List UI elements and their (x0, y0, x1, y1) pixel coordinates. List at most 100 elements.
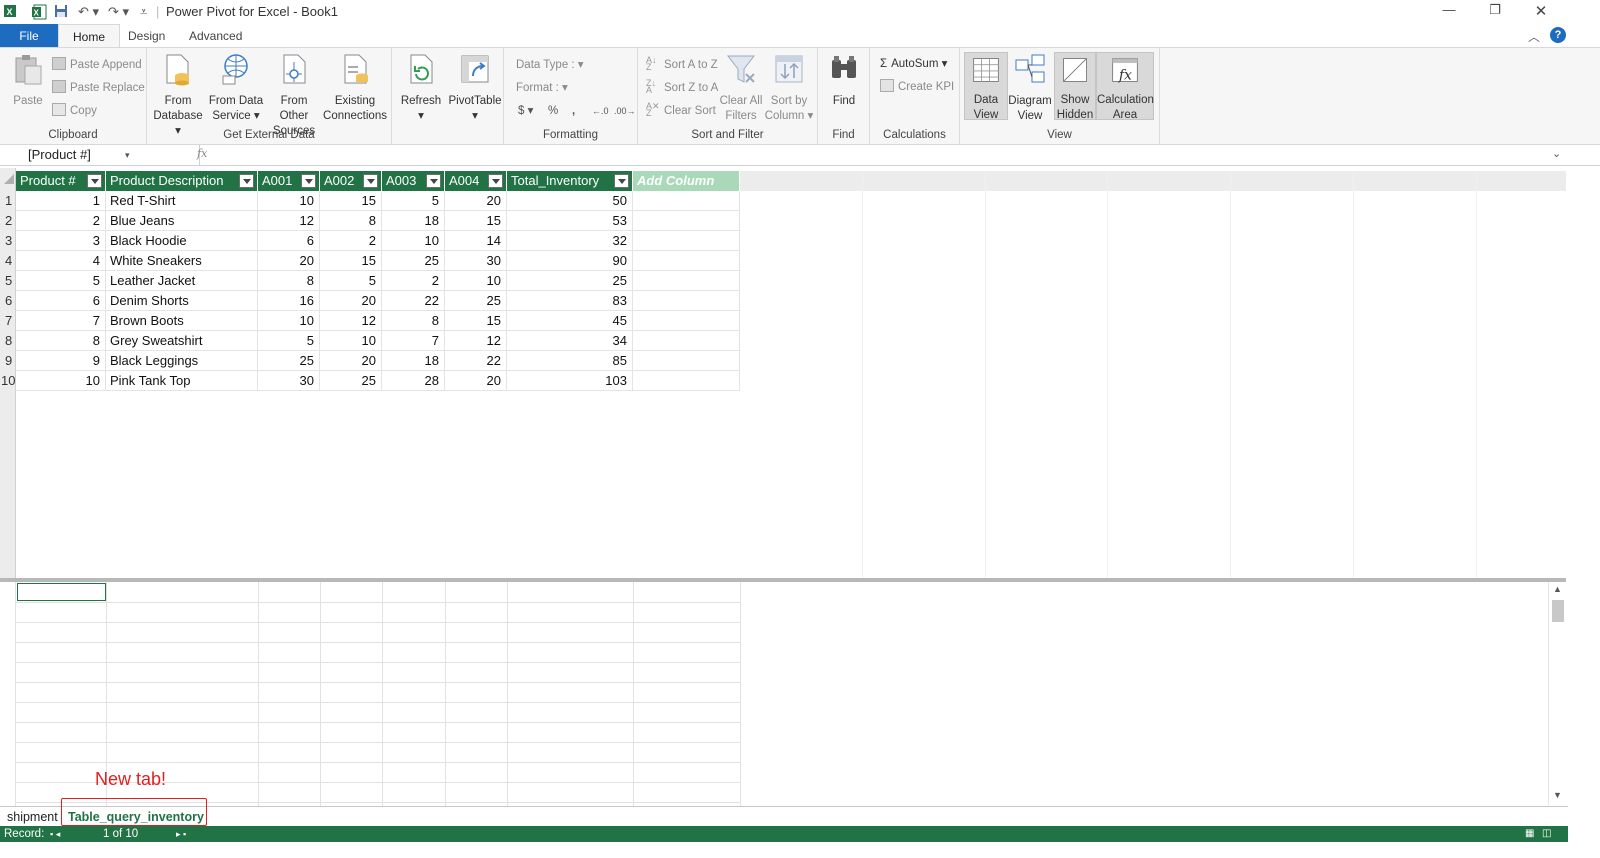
column-header-a001[interactable]: A001 (258, 171, 320, 191)
column-header-total-inventory[interactable]: Total_Inventory (507, 171, 633, 191)
cell-a002[interactable]: 5 (320, 271, 382, 291)
cell-a002[interactable]: 8 (320, 211, 382, 231)
cell-add-column[interactable] (633, 311, 740, 331)
tab-home[interactable]: Home (58, 24, 121, 48)
undo-icon[interactable]: ↶ ▾ (78, 4, 99, 20)
name-box-dropdown-icon[interactable]: ▾ (125, 145, 130, 165)
cell-a002[interactable]: 15 (320, 191, 382, 211)
sort-z-to-a-button[interactable]: Z↓ A Sort Z to A (646, 79, 718, 97)
clear-all-filters-button[interactable]: Clear All Filters (718, 52, 764, 124)
cell-a003[interactable]: 7 (382, 331, 445, 351)
cell-a001[interactable]: 16 (258, 291, 320, 311)
copy-button[interactable]: Copy (52, 102, 97, 120)
customize-toolbar-icon[interactable]: ⩡ (140, 4, 147, 20)
cell-product-number[interactable]: 2 (16, 211, 106, 231)
cell-a004[interactable]: 25 (445, 291, 507, 311)
minimize-button[interactable]: — (1426, 2, 1472, 22)
cell-a004[interactable]: 22 (445, 351, 507, 371)
data-view-button[interactable]: Data View (964, 52, 1008, 121)
cell-add-column[interactable] (633, 291, 740, 311)
cell-product-description[interactable]: White Sneakers (106, 251, 258, 271)
collapse-ribbon-icon[interactable]: ︿ (1528, 28, 1540, 45)
cell-product-number[interactable]: 3 (16, 231, 106, 251)
scrollbar-thumb[interactable] (1552, 600, 1564, 622)
cell-total-inventory[interactable]: 85 (507, 351, 633, 371)
cell-a003[interactable]: 28 (382, 371, 445, 391)
excel-icon[interactable]: X (32, 4, 48, 23)
paste-replace-button[interactable]: Paste Replace (52, 79, 145, 97)
cell-a004[interactable]: 20 (445, 191, 507, 211)
help-icon[interactable]: ? (1550, 27, 1566, 43)
cell-add-column[interactable] (633, 231, 740, 251)
percent-format-button[interactable]: % (548, 102, 558, 120)
select-all-corner-icon[interactable] (4, 174, 14, 184)
autosum-button[interactable]: Σ AutoSum ▾ (880, 55, 947, 73)
filter-dropdown-icon[interactable] (614, 174, 629, 188)
cell-product-number[interactable]: 5 (16, 271, 106, 291)
cell-a004[interactable]: 30 (445, 251, 507, 271)
formula-input[interactable] (210, 145, 1550, 165)
close-button[interactable]: ✕ (1518, 2, 1564, 22)
cell-a004[interactable]: 20 (445, 371, 507, 391)
cell-a001[interactable]: 10 (258, 311, 320, 331)
cell-total-inventory[interactable]: 103 (507, 371, 633, 391)
cell-product-number[interactable]: 1 (16, 191, 106, 211)
tab-advanced[interactable]: Advanced (175, 24, 256, 48)
cell-add-column[interactable] (633, 251, 740, 271)
cell-product-description[interactable]: Red T-Shirt (106, 191, 258, 211)
cell-total-inventory[interactable]: 53 (507, 211, 633, 231)
cell-add-column[interactable] (633, 351, 740, 371)
scroll-down-icon[interactable]: ▼ (1553, 790, 1562, 800)
cell-product-number[interactable]: 7 (16, 311, 106, 331)
filter-dropdown-icon[interactable] (301, 174, 316, 188)
cell-a001[interactable]: 30 (258, 371, 320, 391)
column-header-a002[interactable]: A002 (320, 171, 382, 191)
cell-a004[interactable]: 15 (445, 311, 507, 331)
calculation-area-button[interactable]: fx Calculation Area (1096, 52, 1154, 121)
cell-product-description[interactable]: Black Hoodie (106, 231, 258, 251)
cell-product-description[interactable]: Grey Sweatshirt (106, 331, 258, 351)
column-header-a004[interactable]: A004 (445, 171, 507, 191)
from-database-button[interactable]: From Database ▾ (152, 52, 204, 139)
cell-a001[interactable]: 10 (258, 191, 320, 211)
cell-a003[interactable]: 5 (382, 191, 445, 211)
from-other-sources-button[interactable]: From Other Sources (265, 52, 323, 139)
tab-design[interactable]: Design (114, 24, 179, 48)
cell-a001[interactable]: 12 (258, 211, 320, 231)
cell-product-description[interactable]: Denim Shorts (106, 291, 258, 311)
cell-a003[interactable]: 22 (382, 291, 445, 311)
save-icon[interactable] (54, 4, 68, 21)
restore-button[interactable]: ❐ (1472, 2, 1518, 22)
cell-a001[interactable]: 6 (258, 231, 320, 251)
tab-file[interactable]: File (0, 24, 58, 48)
cell-add-column[interactable] (633, 271, 740, 291)
cell-a001[interactable]: 5 (258, 331, 320, 351)
cell-a002[interactable]: 2 (320, 231, 382, 251)
find-button[interactable]: Find (824, 52, 864, 109)
redo-icon[interactable]: ↷ ▾ (108, 4, 129, 20)
cell-total-inventory[interactable]: 90 (507, 251, 633, 271)
cell-product-description[interactable]: Blue Jeans (106, 211, 258, 231)
filter-dropdown-icon[interactable] (488, 174, 503, 188)
column-header-a003[interactable]: A003 (382, 171, 445, 191)
last-record-icon[interactable]: ▸ ▪ (176, 826, 186, 842)
diagram-view-status-icon[interactable]: ◫ (1542, 826, 1551, 842)
cell-a002[interactable]: 15 (320, 251, 382, 271)
decrease-decimal-icon[interactable]: .00→ (614, 102, 636, 120)
row-number[interactable]: 10 (1, 373, 17, 388)
cell-a001[interactable]: 8 (258, 271, 320, 291)
cell-a004[interactable]: 10 (445, 271, 507, 291)
cell-total-inventory[interactable]: 50 (507, 191, 633, 211)
cell-product-description[interactable]: Leather Jacket (106, 271, 258, 291)
cell-a002[interactable]: 10 (320, 331, 382, 351)
cell-a003[interactable]: 18 (382, 351, 445, 371)
create-kpi-button[interactable]: Create KPI (880, 78, 954, 96)
cell-product-number[interactable]: 4 (16, 251, 106, 271)
cell-product-description[interactable]: Brown Boots (106, 311, 258, 331)
cell-product-description[interactable]: Black Leggings (106, 351, 258, 371)
cell-a003[interactable]: 2 (382, 271, 445, 291)
grid-view-icon[interactable]: ▦ (1525, 826, 1534, 842)
cell-product-number[interactable]: 9 (16, 351, 106, 371)
data-type-dropdown[interactable]: Data Type : ▾ (516, 56, 584, 74)
cell-add-column[interactable] (633, 191, 740, 211)
